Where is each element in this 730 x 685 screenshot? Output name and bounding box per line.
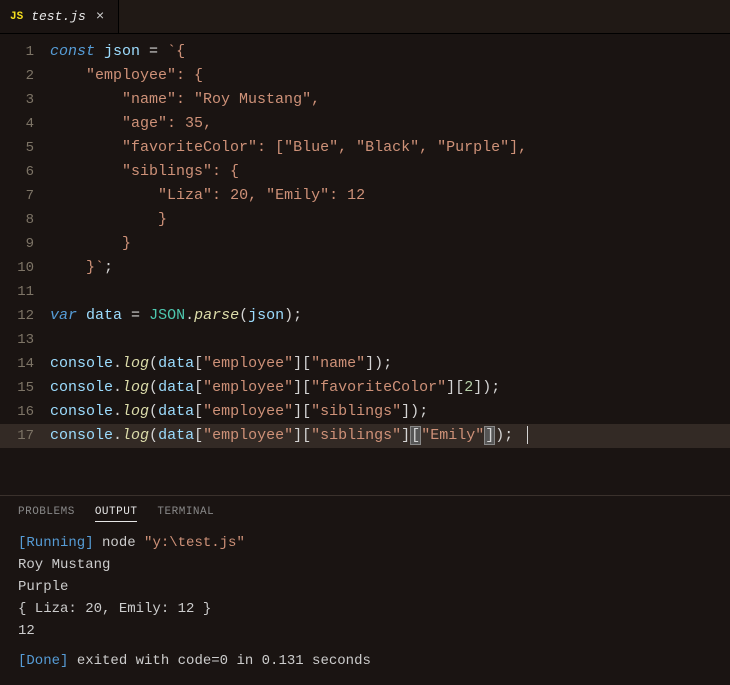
code-editor[interactable]: 1const json = `{ 2 "employee": { 3 "name…	[0, 34, 730, 495]
editor-tab[interactable]: JS test.js ×	[0, 0, 119, 33]
code-line: "Liza": 20, "Emily": 12	[50, 184, 730, 208]
line-number: 9	[0, 232, 50, 256]
code-line: console.log(data["employee"]["name"]);	[50, 352, 730, 376]
code-line: const json = `{	[50, 40, 730, 64]
line-number: 5	[0, 136, 50, 160]
line-number: 10	[0, 256, 50, 280]
code-line: }	[50, 232, 730, 256]
code-line: }`;	[50, 256, 730, 280]
tab-problems[interactable]: PROBLEMS	[18, 506, 75, 522]
line-number: 11	[0, 280, 50, 304]
js-icon: JS	[10, 11, 23, 23]
line-number: 4	[0, 112, 50, 136]
tab-bar: JS test.js ×	[0, 0, 730, 34]
code-line: console.log(data["employee"]["siblings"]…	[50, 424, 730, 448]
line-number: 16	[0, 400, 50, 424]
line-number: 17	[0, 424, 50, 448]
code-line: console.log(data["employee"]["siblings"]…	[50, 400, 730, 424]
code-line: "favoriteColor": ["Blue", "Black", "Purp…	[50, 136, 730, 160]
line-number: 14	[0, 352, 50, 376]
code-line: "employee": {	[50, 64, 730, 88]
line-number: 6	[0, 160, 50, 184]
line-number: 2	[0, 64, 50, 88]
line-number: 12	[0, 304, 50, 328]
bottom-panel: PROBLEMS OUTPUT TERMINAL [Running] node …	[0, 495, 730, 685]
output-line: Purple	[18, 576, 712, 598]
code-line: "age": 35,	[50, 112, 730, 136]
line-number: 1	[0, 40, 50, 64]
output-line: Roy Mustang	[18, 554, 712, 576]
close-icon[interactable]: ×	[94, 9, 106, 25]
code-line: "siblings": {	[50, 160, 730, 184]
output-line: [Running] node "y:\test.js"	[18, 532, 712, 554]
code-line: var data = JSON.parse(json);	[50, 304, 730, 328]
output-line: 12	[18, 620, 712, 642]
tab-filename: test.js	[31, 9, 86, 24]
output-panel[interactable]: [Running] node "y:\test.js" Roy Mustang …	[0, 528, 730, 685]
line-number: 8	[0, 208, 50, 232]
code-line: }	[50, 208, 730, 232]
tab-output[interactable]: OUTPUT	[95, 506, 138, 522]
output-line: { Liza: 20, Emily: 12 }	[18, 598, 712, 620]
output-line: [Done] exited with code=0 in 0.131 secon…	[18, 650, 712, 672]
line-number: 15	[0, 376, 50, 400]
panel-tabs: PROBLEMS OUTPUT TERMINAL	[0, 496, 730, 528]
line-number: 7	[0, 184, 50, 208]
code-line: "name": "Roy Mustang",	[50, 88, 730, 112]
line-number: 3	[0, 88, 50, 112]
code-line: console.log(data["employee"]["favoriteCo…	[50, 376, 730, 400]
text-cursor	[527, 426, 528, 444]
line-number: 13	[0, 328, 50, 352]
tab-terminal[interactable]: TERMINAL	[157, 506, 214, 522]
